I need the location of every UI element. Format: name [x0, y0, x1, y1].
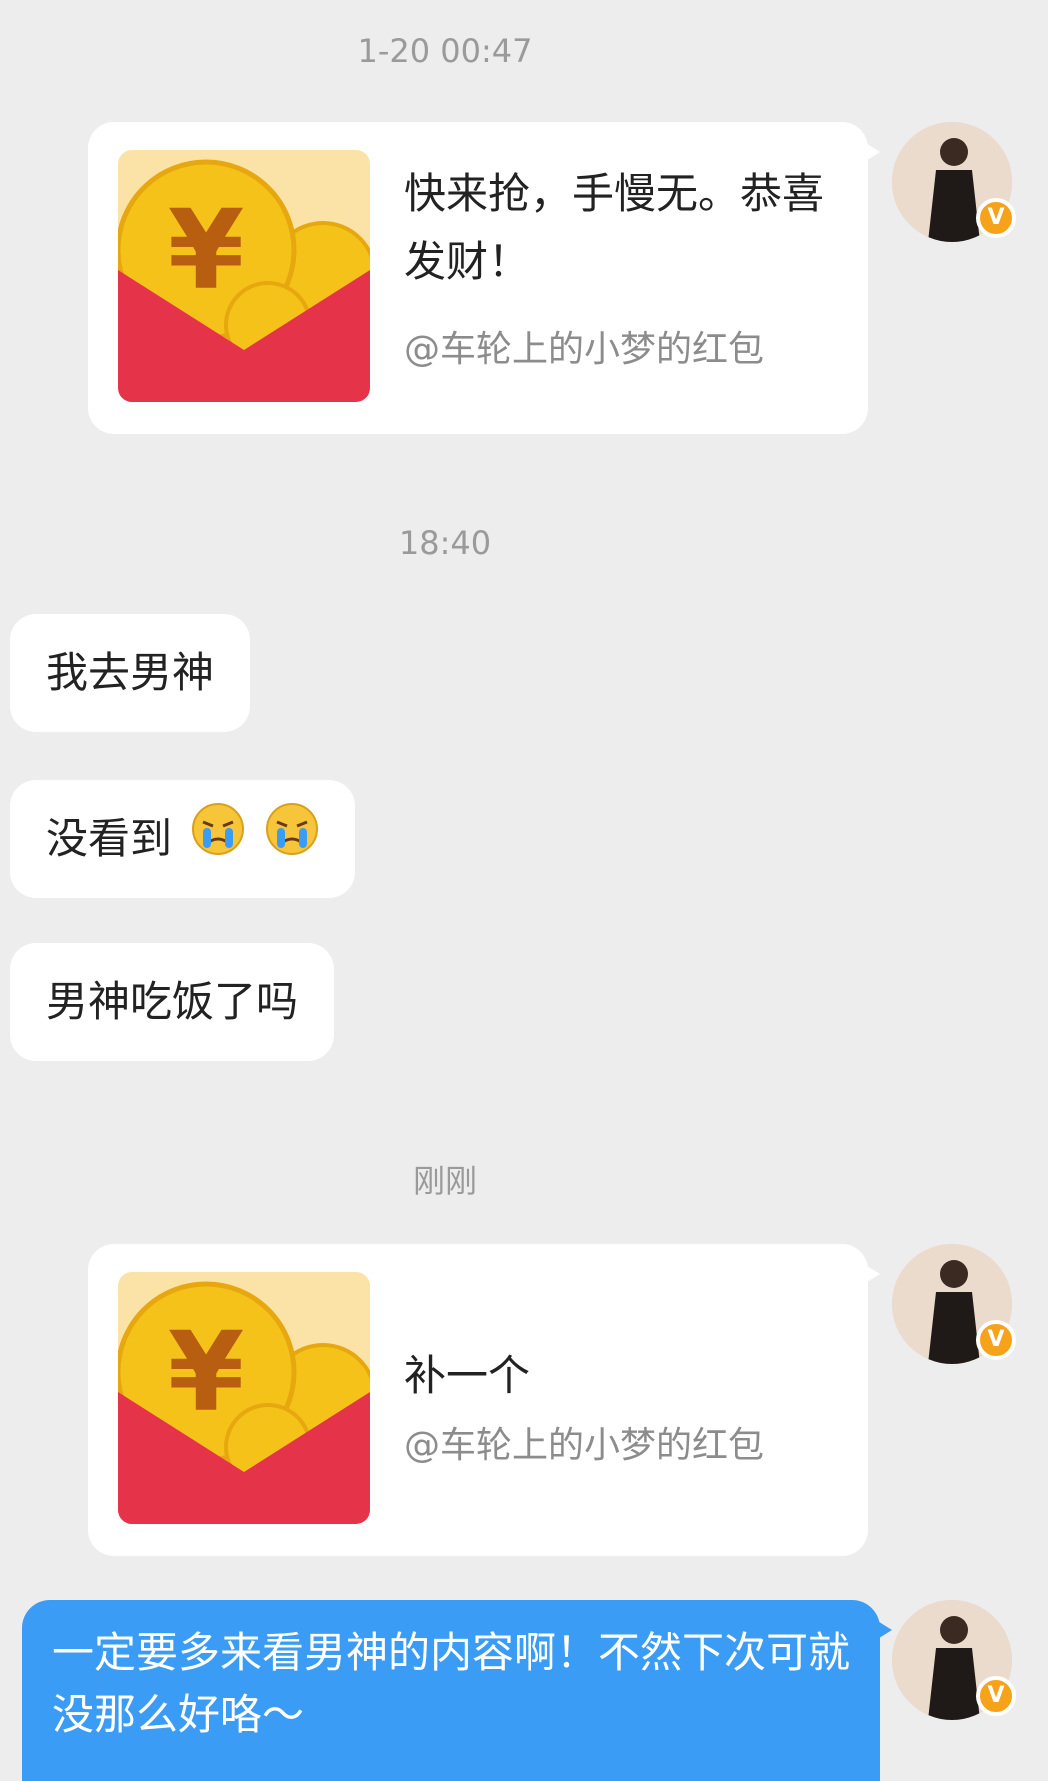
- timestamp: 1-20 00:47: [357, 32, 533, 70]
- message-bubble[interactable]: 我去男神: [10, 614, 251, 732]
- message-text: 没看到: [46, 814, 173, 863]
- red-packet-sender: @车轮上的小梦的红包: [404, 1425, 765, 1466]
- message-bubble[interactable]: 男神吃饭了吗: [10, 943, 335, 1061]
- reply-message-bubble[interactable]: 一定要多来看男神的内容啊！不然下次可就没那么好咯～: [22, 1600, 892, 1781]
- message-text: 男神吃饭了吗: [46, 977, 299, 1026]
- timestamp: 18:40: [398, 524, 492, 562]
- message-bubble[interactable]: 没看到: [10, 780, 355, 898]
- red-packet-card[interactable]: ¥ 补一个 @车轮上的小梦的红包: [88, 1244, 880, 1556]
- avatar[interactable]: V: [892, 1244, 1016, 1364]
- timestamp: 刚刚: [412, 1162, 477, 1200]
- svg-text:¥: ¥: [168, 1308, 245, 1436]
- avatar[interactable]: V: [892, 1600, 1016, 1720]
- verified-badge-icon: V: [976, 1320, 1016, 1360]
- verified-badge-icon: V: [976, 198, 1016, 238]
- verified-badge-icon: V: [976, 1676, 1016, 1716]
- avatar[interactable]: V: [892, 122, 1016, 242]
- red-packet-sender: @车轮上的小梦的红包: [404, 329, 765, 370]
- message-text: 我去男神: [46, 648, 215, 697]
- red-packet-card[interactable]: ¥ 快来抢，手慢无。恭喜发财！ @车轮上的小梦的红包: [88, 122, 880, 434]
- red-envelope-icon: ¥: [118, 150, 370, 402]
- crying-face-icon: [265, 783, 319, 901]
- crying-face-icon: [191, 783, 245, 901]
- red-packet-title: 补一个: [404, 1351, 531, 1400]
- red-envelope-icon: ¥: [118, 1272, 370, 1524]
- red-packet-title: 快来抢，手慢无。恭喜发财！: [404, 169, 825, 286]
- svg-text:¥: ¥: [168, 186, 245, 314]
- reply-text: 一定要多来看男神的内容啊！不然下次可就没那么好咯～: [52, 1628, 851, 1739]
